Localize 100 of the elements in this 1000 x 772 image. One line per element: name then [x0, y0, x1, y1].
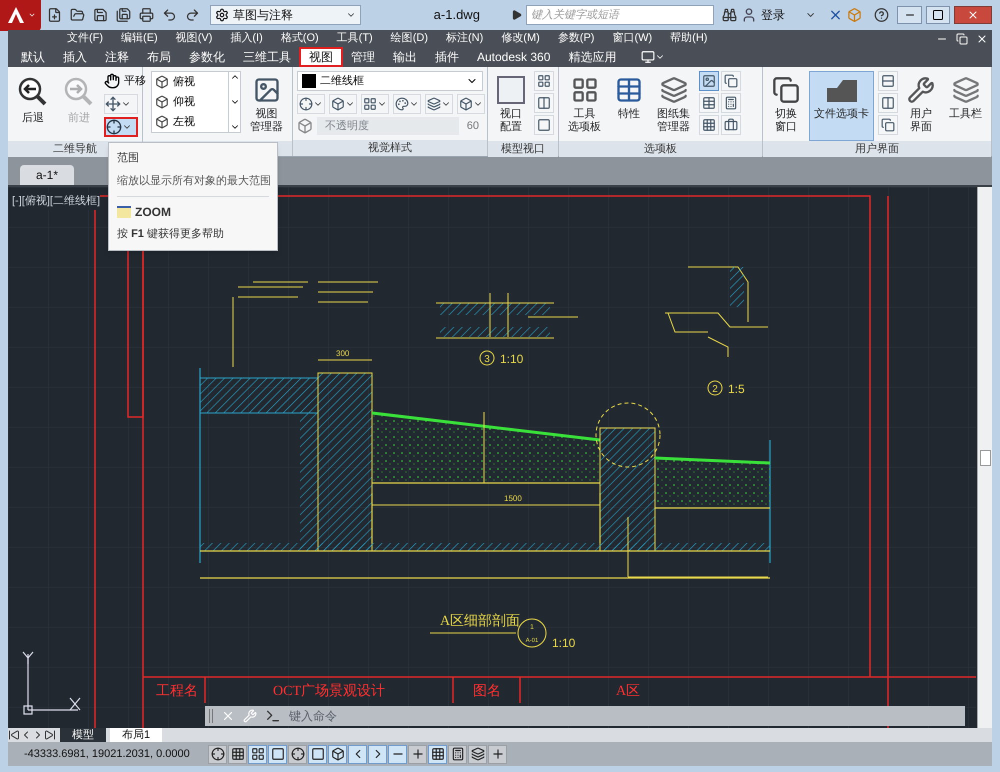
- toolbars-button[interactable]: 工具栏: [944, 71, 987, 141]
- menu-item[interactable]: 参数(P): [548, 30, 604, 47]
- menu-item[interactable]: 修改(M): [492, 30, 549, 47]
- style-option-button[interactable]: [297, 94, 325, 114]
- ribbon-tab[interactable]: 插件: [427, 49, 467, 65]
- mode-toggle-button[interactable]: [368, 744, 387, 764]
- undo-icon[interactable]: [162, 7, 178, 23]
- mode-toggle-button[interactable]: [308, 744, 327, 764]
- menu-item[interactable]: 窗口(W): [603, 30, 662, 47]
- menu-item[interactable]: 插入(I): [221, 30, 272, 47]
- mode-toggle-button[interactable]: [468, 744, 487, 764]
- prompt-icon[interactable]: [265, 708, 281, 724]
- mode-toggle-button[interactable]: [208, 744, 227, 764]
- tile-horizontal-button[interactable]: [878, 71, 898, 91]
- redo-icon[interactable]: [185, 7, 200, 23]
- maximize-button[interactable]: [926, 6, 950, 24]
- properties-button[interactable]: 特性: [610, 71, 648, 141]
- tool-palettes-button[interactable]: 工具 选项板: [563, 71, 606, 141]
- coordinates[interactable]: -43333.6981, 19021.2031, 0.0000: [8, 746, 208, 762]
- workspace-dropdown[interactable]: 草图与注释: [210, 5, 361, 25]
- user-interface-button[interactable]: 用户 界面: [902, 71, 940, 141]
- menu-item[interactable]: 编辑(E): [112, 30, 167, 47]
- menu-item[interactable]: 绘图(D): [382, 30, 437, 47]
- help-icon[interactable]: [874, 7, 890, 23]
- mode-toggle-button[interactable]: [408, 744, 427, 764]
- mode-toggle-button[interactable]: [288, 744, 307, 764]
- switch-window-button[interactable]: 切换 窗口: [767, 71, 805, 141]
- ribbon-tab[interactable]: 参数化: [181, 49, 233, 65]
- save-icon[interactable]: [93, 7, 108, 23]
- first-icon[interactable]: [8, 729, 20, 741]
- application-menu-button[interactable]: [0, 0, 42, 31]
- orbit-button[interactable]: [104, 94, 138, 114]
- cascade-button[interactable]: [878, 115, 898, 135]
- mode-toggle-button[interactable]: [228, 744, 247, 764]
- menu-item[interactable]: 帮助(H): [661, 30, 716, 47]
- ribbon-tab[interactable]: 布局: [139, 49, 179, 65]
- mode-toggle-button[interactable]: [268, 744, 287, 764]
- ribbon-tab[interactable]: 输出: [385, 49, 425, 65]
- style-option-button[interactable]: [393, 94, 421, 114]
- zoom-extents-button[interactable]: [104, 117, 138, 137]
- menu-item[interactable]: 标注(N): [437, 30, 492, 47]
- style-option-button[interactable]: [425, 94, 453, 114]
- menu-item[interactable]: 文件(F): [58, 30, 112, 47]
- menu-item[interactable]: 格式(O): [272, 30, 328, 47]
- expand-icon[interactable]: [510, 9, 522, 21]
- sheet-set-manager-button[interactable]: 图纸集 管理器: [652, 71, 695, 141]
- visual-style-dropdown[interactable]: 二维线框: [297, 71, 483, 91]
- sign-in-button[interactable]: 登录: [741, 6, 786, 24]
- panel-toggle-button[interactable]: [641, 50, 666, 64]
- file-tabs-button[interactable]: 文件选项卡: [809, 71, 874, 141]
- viewport-button[interactable]: [534, 71, 554, 91]
- scrollbar-thumb[interactable]: [980, 450, 990, 466]
- layout-tab[interactable]: 模型: [60, 728, 106, 742]
- style-option-button[interactable]: [361, 94, 389, 114]
- view-manager-button[interactable]: 视图 管理器: [245, 71, 288, 141]
- viewport-button[interactable]: [534, 93, 554, 113]
- mode-toggle-button[interactable]: [328, 744, 347, 764]
- search-field[interactable]: 键入关键字或短语: [526, 5, 714, 25]
- view-list-item[interactable]: 俯视: [152, 72, 228, 92]
- restore-icon[interactable]: [956, 32, 968, 44]
- ribbon-tab[interactable]: 三维工具: [235, 49, 299, 65]
- menu-item[interactable]: 视图(V): [166, 30, 222, 47]
- view-list-item[interactable]: 仰视: [152, 92, 228, 112]
- viewport-button[interactable]: [534, 115, 554, 135]
- mode-toggle-button[interactable]: [248, 744, 267, 764]
- mode-toggle-button[interactable]: [388, 744, 407, 764]
- new-file-icon[interactable]: [47, 7, 62, 23]
- view-list-item[interactable]: 左视: [152, 112, 228, 132]
- ribbon-tab[interactable]: 插入: [55, 49, 95, 65]
- pan-button[interactable]: 平移: [104, 71, 146, 91]
- calculator-button[interactable]: [721, 93, 741, 113]
- save-as-icon[interactable]: [116, 7, 132, 23]
- folder-icon[interactable]: [70, 7, 86, 23]
- ribbon-tab[interactable]: 默认: [13, 49, 53, 65]
- style-option-button[interactable]: [457, 94, 485, 114]
- back-button[interactable]: 后退: [12, 71, 54, 141]
- tile-vertical-button[interactable]: [878, 93, 898, 113]
- close-button[interactable]: [954, 6, 992, 24]
- mode-toggle-button[interactable]: [348, 744, 367, 764]
- scroll-buttons[interactable]: [228, 72, 240, 132]
- menu-item[interactable]: 工具(T): [328, 30, 382, 47]
- close-icon[interactable]: [976, 32, 988, 44]
- ribbon-tab[interactable]: Autodesk 360: [469, 49, 558, 65]
- mode-toggle-button[interactable]: [428, 744, 447, 764]
- last-icon[interactable]: [44, 729, 56, 741]
- layout-tab[interactable]: 布局1: [110, 728, 162, 742]
- ribbon-tab[interactable]: 注释: [97, 49, 137, 65]
- viewport-configuration-button[interactable]: 视口 配置: [492, 71, 530, 141]
- ribbon-tab[interactable]: 视图: [301, 49, 341, 65]
- mode-toggle-button[interactable]: [488, 744, 507, 764]
- vertical-scrollbar[interactable]: [977, 187, 992, 728]
- mode-toggle-button[interactable]: [448, 744, 467, 764]
- command-input[interactable]: 键入命令: [289, 707, 961, 725]
- palette-button[interactable]: [699, 71, 719, 91]
- file-tab[interactable]: a-1*: [20, 165, 74, 185]
- viewport-label[interactable]: [-][俯视][二维线框]: [12, 193, 100, 210]
- print-icon[interactable]: [139, 7, 154, 23]
- binoculars-icon[interactable]: [722, 7, 738, 23]
- ribbon-tab[interactable]: 管理: [343, 49, 383, 65]
- style-option-button[interactable]: [329, 94, 357, 114]
